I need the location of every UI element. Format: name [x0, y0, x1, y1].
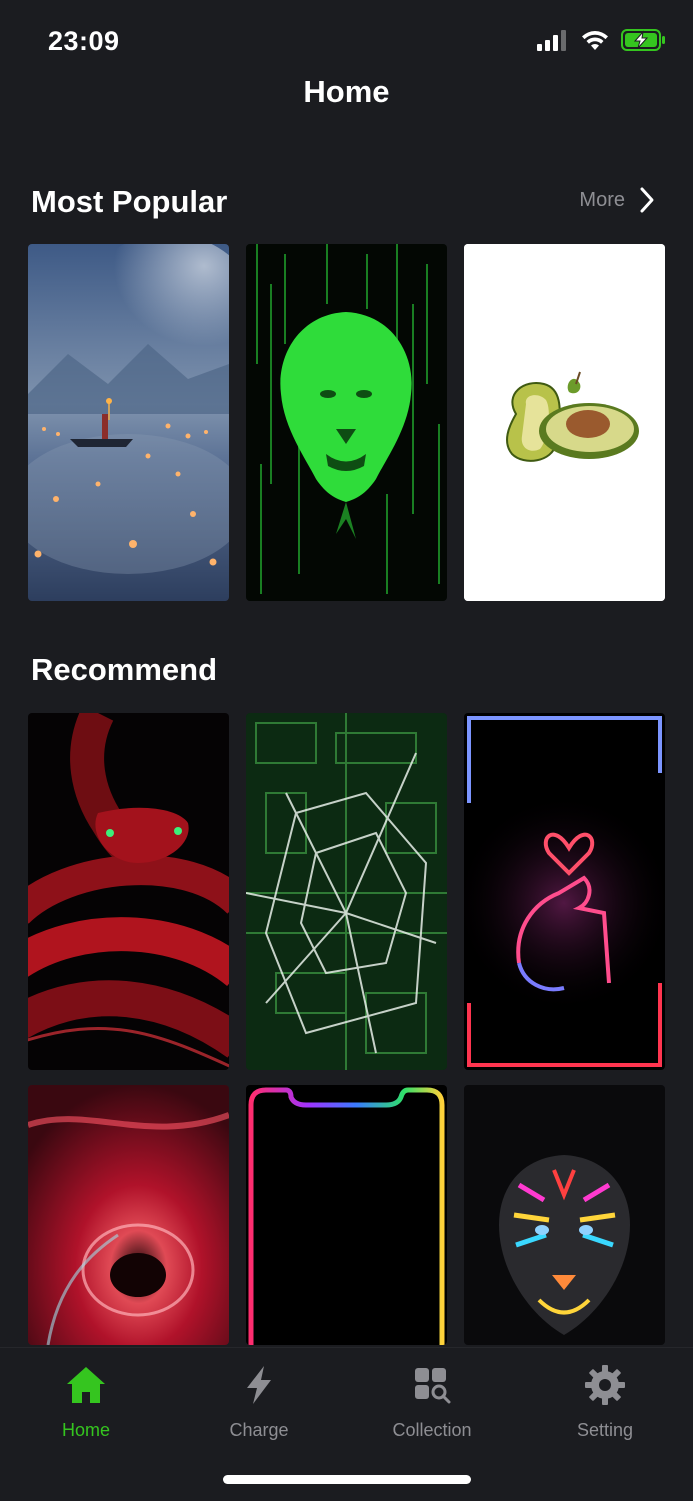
status-time: 23:09 [48, 26, 120, 56]
wallpaper-thumbnail[interactable] [246, 244, 447, 601]
wallpaper-thumbnail[interactable] [28, 244, 229, 601]
broken-glass-circuit-image [246, 713, 447, 1070]
recommend-title: Recommend [31, 652, 218, 687]
tab-label-setting: Setting [576, 1420, 634, 1440]
cellular-signal-icon [537, 30, 566, 51]
tab-collection[interactable]: Collection [367, 1364, 497, 1441]
tab-charge[interactable]: Charge [194, 1364, 324, 1441]
misty-lake-image [28, 244, 229, 601]
collection-search-icon [415, 1368, 451, 1404]
wallpaper-thumbnail[interactable] [28, 713, 229, 1070]
most-popular-title: Most Popular [31, 184, 228, 219]
tab-home[interactable]: Home [21, 1364, 151, 1441]
chevron-right-icon [640, 187, 654, 213]
wallpaper-thumbnail[interactable] [464, 244, 665, 601]
rainbow-edge-light-image [246, 1085, 447, 1345]
house-icon [67, 1367, 105, 1403]
gear-icon [585, 1365, 625, 1405]
tab-label-collection: Collection [392, 1420, 472, 1440]
lightning-bolt-icon [247, 1366, 271, 1404]
recommend-grid [28, 713, 665, 1345]
avocado-image [464, 244, 665, 601]
matrix-lion-image [246, 244, 447, 601]
status-bar: 23:09 [0, 0, 693, 80]
tab-label-home: Home [61, 1420, 110, 1440]
tab-setting[interactable]: Setting [540, 1364, 670, 1441]
wallpaper-thumbnail[interactable] [464, 713, 665, 1070]
wifi-icon [582, 31, 608, 50]
red-tunnel-image [28, 1085, 229, 1345]
status-icons [537, 28, 667, 52]
wallpaper-thumbnail[interactable] [246, 1085, 447, 1345]
tab-label-charge: Charge [229, 1420, 289, 1440]
more-button[interactable]: More [579, 186, 655, 214]
more-label: More [579, 188, 625, 211]
red-snake-image [28, 713, 229, 1070]
neon-tiger-image [464, 1085, 665, 1345]
wallpaper-thumbnail[interactable] [464, 1085, 665, 1345]
wallpaper-thumbnail[interactable] [246, 713, 447, 1070]
page-title: Home [303, 74, 390, 109]
neon-heart-hand-image [464, 713, 665, 1070]
most-popular-grid [28, 244, 665, 601]
wallpaper-thumbnail[interactable] [28, 1085, 229, 1345]
battery-charging-icon [621, 29, 665, 51]
home-indicator [223, 1475, 471, 1484]
